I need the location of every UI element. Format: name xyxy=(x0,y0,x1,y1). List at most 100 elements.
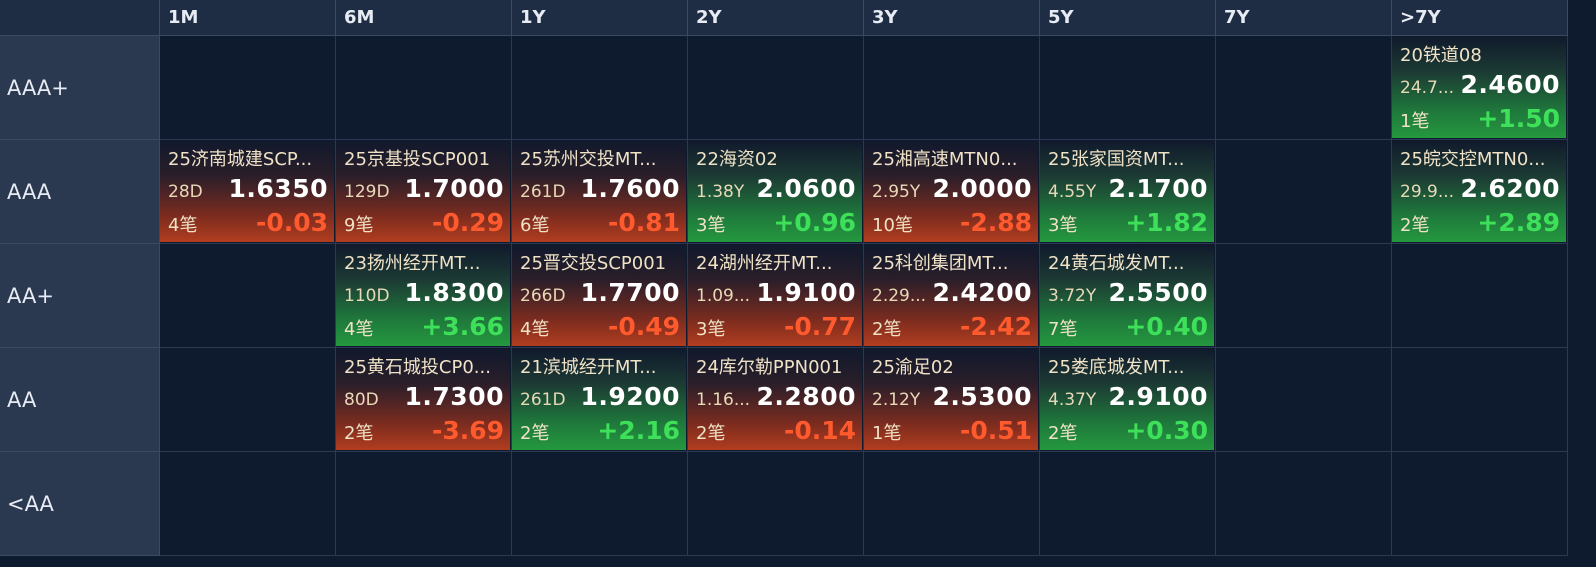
bp-change: -0.49 xyxy=(607,312,680,341)
row-header-rating[interactable]: AAA+ xyxy=(0,36,160,140)
count-change-row: 6笔 -0.81 xyxy=(520,208,680,240)
bp-change: +0.40 xyxy=(1125,312,1208,341)
yield-price: 2.4600 xyxy=(1460,70,1560,99)
trade-count: 9笔 xyxy=(344,215,374,236)
term-price-row: 1.16... 2.2800 xyxy=(696,382,856,416)
bond-tile[interactable]: 25科创集团MT... 2.29... 2.4200 2笔 -2.42 xyxy=(864,244,1038,346)
remaining-term: 29.9... xyxy=(1400,182,1455,202)
bond-tile[interactable]: 25皖交控MTN0... 29.9... 2.6200 2笔 +2.89 xyxy=(1392,140,1566,242)
bp-change: +0.30 xyxy=(1125,416,1208,445)
matrix-cell: 25济南城建SCP... 28D 1.6350 4笔 -0.03 xyxy=(160,140,336,244)
bond-tile[interactable]: 25娄底城发MT... 4.37Y 2.9100 2笔 +0.30 xyxy=(1040,348,1214,450)
matrix-cell xyxy=(1216,36,1392,140)
remaining-term: 1.16... xyxy=(696,390,751,410)
remaining-term: 261D xyxy=(520,390,566,410)
remaining-term: 4.37Y xyxy=(1048,390,1097,410)
count-change-row: 4笔 -0.03 xyxy=(168,208,328,240)
matrix-cell xyxy=(1216,452,1392,556)
term-price-row: 24.7... 2.4600 xyxy=(1400,70,1560,104)
bond-tile[interactable]: 25黄石城投CP0... 80D 1.7300 2笔 -3.69 xyxy=(336,348,510,450)
matrix-cell xyxy=(688,36,864,140)
matrix-cell xyxy=(512,36,688,140)
bond-tile[interactable]: 25济南城建SCP... 28D 1.6350 4笔 -0.03 xyxy=(160,140,334,242)
remaining-term: 80D xyxy=(344,390,379,410)
yield-price: 2.2800 xyxy=(756,382,856,411)
column-header-term[interactable]: 1Y xyxy=(512,0,688,36)
bond-name: 24黄石城发MT... xyxy=(1048,253,1185,274)
yield-price: 2.4200 xyxy=(932,278,1032,307)
bond-name: 20铁道08 xyxy=(1400,45,1482,66)
matrix-cell xyxy=(1040,452,1216,556)
trade-count: 10笔 xyxy=(872,215,913,236)
corner-header xyxy=(0,0,160,36)
count-change-row: 10笔 -2.88 xyxy=(872,208,1032,240)
matrix-cell xyxy=(1392,244,1568,348)
yield-price: 2.0600 xyxy=(756,174,856,203)
count-change-row: 1笔 +1.50 xyxy=(1400,104,1560,136)
bond-tile[interactable]: 24湖州经开MT... 1.09... 1.9100 3笔 -0.77 xyxy=(688,244,862,346)
remaining-term: 28D xyxy=(168,182,203,202)
bond-tile[interactable]: 25张家国资MT... 4.55Y 2.1700 3笔 +1.82 xyxy=(1040,140,1214,242)
column-header-term[interactable]: 3Y xyxy=(864,0,1040,36)
matrix-cell xyxy=(160,452,336,556)
bond-tile[interactable]: 25苏州交投MT... 261D 1.7600 6笔 -0.81 xyxy=(512,140,686,242)
matrix-cell: 25京基投SCP001 129D 1.7000 9笔 -0.29 xyxy=(336,140,512,244)
column-header-term[interactable]: 2Y xyxy=(688,0,864,36)
count-change-row: 3笔 +0.96 xyxy=(696,208,856,240)
column-header-term[interactable]: 7Y xyxy=(1216,0,1392,36)
column-header-term[interactable]: >7Y xyxy=(1392,0,1568,36)
bond-tile[interactable]: 20铁道08 24.7... 2.4600 1笔 +1.50 xyxy=(1392,36,1566,138)
yield-price: 1.9200 xyxy=(580,382,680,411)
matrix-cell: 25张家国资MT... 4.55Y 2.1700 3笔 +1.82 xyxy=(1040,140,1216,244)
term-price-row: 1.38Y 2.0600 xyxy=(696,174,856,208)
yield-price: 2.9100 xyxy=(1108,382,1208,411)
bond-tile[interactable]: 25晋交投SCP001 266D 1.7700 4笔 -0.49 xyxy=(512,244,686,346)
bond-name: 24湖州经开MT... xyxy=(696,253,833,274)
trade-count: 2笔 xyxy=(872,319,902,340)
term-price-row: 261D 1.9200 xyxy=(520,382,680,416)
column-header-term[interactable]: 6M xyxy=(336,0,512,36)
matrix-cell: 23扬州经开MT... 110D 1.8300 4笔 +3.66 xyxy=(336,244,512,348)
bond-tile[interactable]: 22海资02 1.38Y 2.0600 3笔 +0.96 xyxy=(688,140,862,242)
bond-tile[interactable]: 25湘高速MTN0... 2.95Y 2.0000 10笔 -2.88 xyxy=(864,140,1038,242)
bond-name: 25黄石城投CP0... xyxy=(344,357,491,378)
bond-tile[interactable]: 24库尔勒PPN001 1.16... 2.2800 2笔 -0.14 xyxy=(688,348,862,450)
row-header-rating[interactable]: AA+ xyxy=(0,244,160,348)
row-header-rating[interactable]: AA xyxy=(0,348,160,452)
bond-name: 25娄底城发MT... xyxy=(1048,357,1185,378)
column-header-term[interactable]: 1M xyxy=(160,0,336,36)
bond-name: 25渝足02 xyxy=(872,357,954,378)
bond-name: 21滨城经开MT... xyxy=(520,357,657,378)
bond-name: 25晋交投SCP001 xyxy=(520,253,667,274)
matrix-cell xyxy=(160,348,336,452)
matrix-cell xyxy=(336,452,512,556)
trade-count: 2笔 xyxy=(1048,423,1078,444)
bond-name: 25张家国资MT... xyxy=(1048,149,1185,170)
bp-change: +3.66 xyxy=(421,312,504,341)
count-change-row: 9笔 -0.29 xyxy=(344,208,504,240)
bond-tile[interactable]: 23扬州经开MT... 110D 1.8300 4笔 +3.66 xyxy=(336,244,510,346)
yield-price: 2.1700 xyxy=(1108,174,1208,203)
matrix-cell: 25皖交控MTN0... 29.9... 2.6200 2笔 +2.89 xyxy=(1392,140,1568,244)
bp-change: +2.16 xyxy=(597,416,680,445)
bond-tile[interactable]: 25渝足02 2.12Y 2.5300 1笔 -0.51 xyxy=(864,348,1038,450)
term-price-row: 29.9... 2.6200 xyxy=(1400,174,1560,208)
matrix-cell xyxy=(1216,244,1392,348)
row-header-rating[interactable]: AAA xyxy=(0,140,160,244)
matrix-cell: 25苏州交投MT... 261D 1.7600 6笔 -0.81 xyxy=(512,140,688,244)
bp-change: -0.51 xyxy=(959,416,1032,445)
matrix-cell xyxy=(160,36,336,140)
bp-change: -2.42 xyxy=(959,312,1032,341)
bond-name: 23扬州经开MT... xyxy=(344,253,481,274)
bond-tile[interactable]: 21滨城经开MT... 261D 1.9200 2笔 +2.16 xyxy=(512,348,686,450)
remaining-term: 261D xyxy=(520,182,566,202)
count-change-row: 4笔 -0.49 xyxy=(520,312,680,344)
bond-name: 24库尔勒PPN001 xyxy=(696,357,843,378)
column-header-term[interactable]: 5Y xyxy=(1040,0,1216,36)
bond-name: 25济南城建SCP... xyxy=(168,149,313,170)
bp-change: -2.88 xyxy=(959,208,1032,237)
bond-tile[interactable]: 24黄石城发MT... 3.72Y 2.5500 7笔 +0.40 xyxy=(1040,244,1214,346)
bp-change: +1.50 xyxy=(1477,104,1560,133)
bond-tile[interactable]: 25京基投SCP001 129D 1.7000 9笔 -0.29 xyxy=(336,140,510,242)
row-header-rating[interactable]: <AA xyxy=(0,452,160,556)
